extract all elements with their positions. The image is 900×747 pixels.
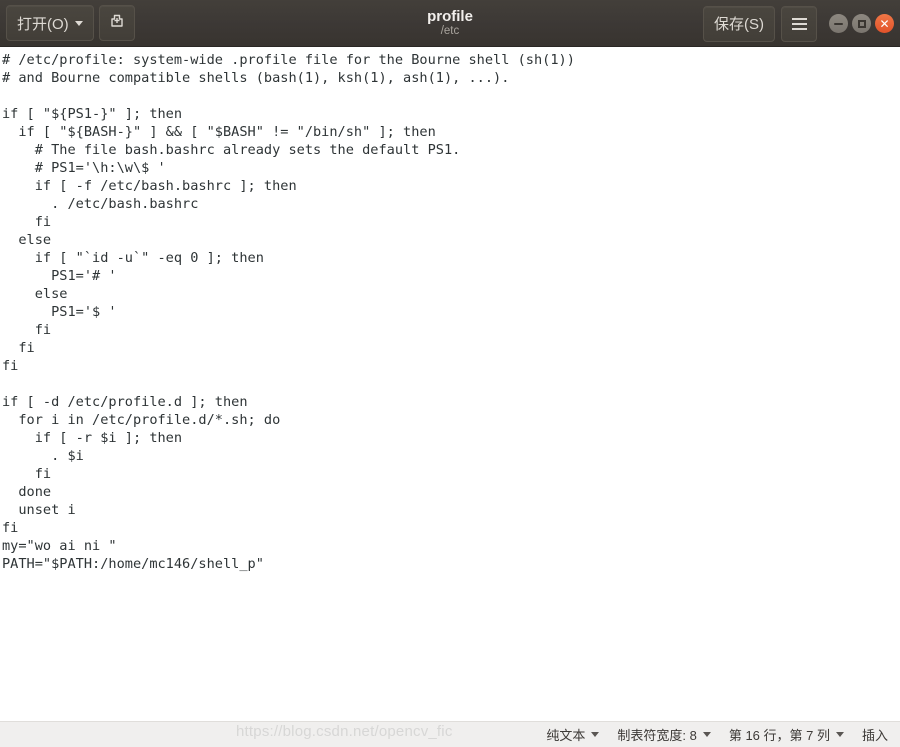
new-document-icon: [108, 12, 126, 34]
close-icon: ✕: [879, 16, 890, 31]
minimize-button[interactable]: [829, 14, 848, 33]
open-button[interactable]: 打开(O): [6, 5, 94, 41]
maximize-icon: [857, 19, 866, 28]
maximize-button[interactable]: [852, 14, 871, 33]
chevron-down-icon: [702, 732, 711, 737]
menu-button[interactable]: [781, 5, 817, 42]
chevron-down-icon: [835, 732, 844, 737]
tab-width-label: 制表符宽度: 8: [617, 728, 697, 743]
open-button-label: 打开(O): [17, 15, 69, 33]
file-type-selector[interactable]: 纯文本: [546, 725, 600, 744]
new-document-button[interactable]: [98, 5, 135, 41]
watermark-text: https://blog.csdn.net/opencv_fic: [236, 723, 453, 740]
close-button[interactable]: ✕: [875, 14, 894, 33]
status-bar: https://blog.csdn.net/opencv_fic 纯文本 制表符…: [0, 721, 900, 747]
chevron-down-icon: [74, 20, 83, 26]
titlebar-left-actions: 打开(O): [6, 5, 135, 41]
save-button-label: 保存(S): [714, 16, 764, 33]
insert-mode-indicator: 插入: [862, 725, 888, 744]
insert-mode-label: 插入: [861, 728, 888, 743]
editor-area[interactable]: # /etc/profile: system-wide .profile fil…: [0, 47, 900, 721]
page-title: profile: [427, 8, 473, 25]
titlebar-right-actions: 保存(S) ✕: [703, 0, 894, 47]
title-bar: 打开(O) profile /etc 保存(S) ✕: [0, 0, 900, 47]
file-content[interactable]: # /etc/profile: system-wide .profile fil…: [0, 47, 900, 573]
cursor-position-selector[interactable]: 第 16 行，第 7 列: [729, 725, 844, 744]
minimize-icon: [834, 22, 843, 25]
hamburger-menu-icon: [791, 17, 807, 30]
chevron-down-icon: [591, 732, 600, 737]
window-controls: ✕: [829, 14, 894, 33]
save-button[interactable]: 保存(S): [703, 5, 775, 42]
page-subtitle-path: /etc: [440, 25, 460, 37]
tab-width-selector[interactable]: 制表符宽度: 8: [617, 725, 711, 744]
cursor-position-label: 第 16 行，第 7 列: [728, 728, 830, 743]
file-type-label: 纯文本: [546, 728, 586, 743]
